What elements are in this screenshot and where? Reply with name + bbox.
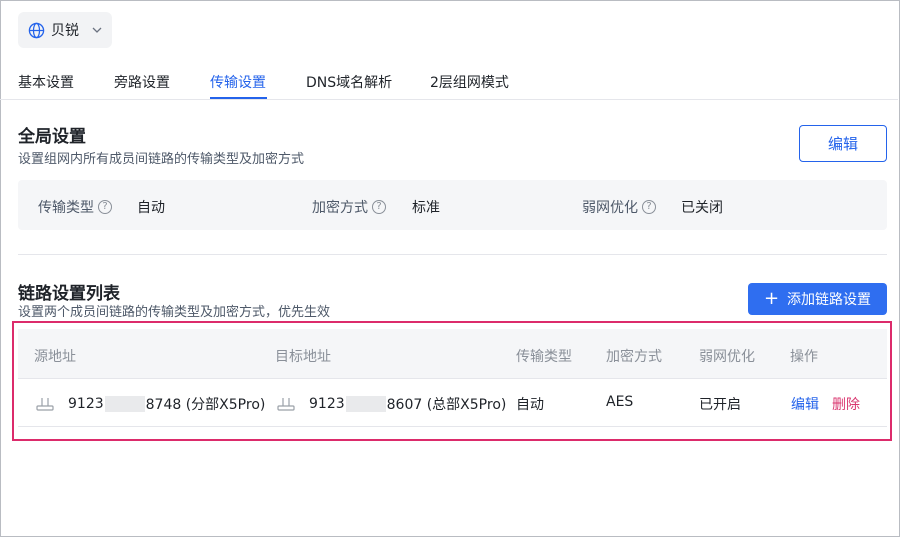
plus-icon: + [763,288,780,309]
table-row: 9123 8748 (分部X5Pro) 9123 8607 (总部X5Pro) … [18,379,887,427]
global-settings-desc: 设置组网内所有成员间链路的传输类型及加密方式 [18,152,305,167]
section-divider [18,254,887,255]
transport-type-value: 自动 [137,200,165,216]
tab-bypass-settings[interactable]: 旁路设置 [114,72,170,92]
col-target: 目标地址 [275,349,331,365]
help-icon[interactable]: ? [372,200,386,214]
edit-row-link[interactable]: 编辑 [791,394,819,414]
link-settings-table: 源地址 目标地址 传输类型 加密方式 弱网优化 操作 9123 8748 (分部… [18,329,887,427]
router-icon [277,398,295,411]
weak-net-label-text: 弱网优化 [582,200,638,216]
tab-bar: 基本设置 旁路设置 传输设置 DNS域名解析 2层组网模式 [0,60,898,100]
col-weak-net: 弱网优化 [699,349,755,365]
target-cell: 9123 8607 (总部X5Pro) [277,394,506,414]
delete-row-link[interactable]: 删除 [832,394,860,414]
encryption-value: 标准 [412,200,440,216]
global-settings-card: 传输类型 ? 自动 加密方式 ? 标准 弱网优化 ? 已关闭 [18,180,887,230]
transport-type-label-text: 传输类型 [38,200,94,216]
global-settings-title: 全局设置 [18,127,86,147]
col-encryption: 加密方式 [606,349,662,365]
link-settings-desc: 设置两个成员间链路的传输类型及加密方式，优先生效 [18,305,331,320]
target-id-prefix: 9123 [309,396,345,412]
encryption-label: 加密方式 ? [312,197,386,217]
edit-global-button[interactable]: 编辑 [799,125,887,162]
transport-type-label: 传输类型 ? [38,197,112,217]
col-transport: 传输类型 [516,349,572,365]
router-icon [36,398,54,411]
target-id-suffix: 8607 (总部X5Pro) [386,397,507,413]
org-selector[interactable]: 贝锐 [18,12,112,48]
tab-dns-resolution[interactable]: DNS域名解析 [306,72,392,92]
transport-cell: 自动 [516,397,544,413]
source-id-suffix: 8748 (分部X5Pro) [145,397,266,413]
globe-icon [28,22,45,38]
encryption-cell: AES [606,394,634,410]
source-cell: 9123 8748 (分部X5Pro) [36,394,265,414]
weak-net-label: 弱网优化 ? [582,197,656,217]
help-icon[interactable]: ? [642,200,656,214]
tab-basic-settings[interactable]: 基本设置 [18,72,74,92]
org-name: 贝锐 [51,23,79,39]
encryption-label-text: 加密方式 [312,200,368,216]
add-link-setting-label: 添加链路设置 [787,292,872,308]
add-link-setting-button[interactable]: + 添加链路设置 [748,283,887,315]
redaction-mask [345,396,386,412]
tab-transport-settings[interactable]: 传输设置 [210,72,266,92]
table-header: 源地址 目标地址 传输类型 加密方式 弱网优化 操作 [18,329,887,379]
help-icon[interactable]: ? [98,200,112,214]
col-source: 源地址 [34,349,76,365]
col-actions: 操作 [790,349,818,365]
tab-layer2-mode[interactable]: 2层组网模式 [430,72,509,92]
weak-net-value: 已关闭 [681,200,723,216]
weak-net-cell: 已开启 [699,397,741,413]
redaction-mask [104,396,145,412]
source-id-prefix: 9123 [68,396,104,412]
chevron-down-icon [92,27,102,33]
active-tab-indicator [210,97,267,99]
